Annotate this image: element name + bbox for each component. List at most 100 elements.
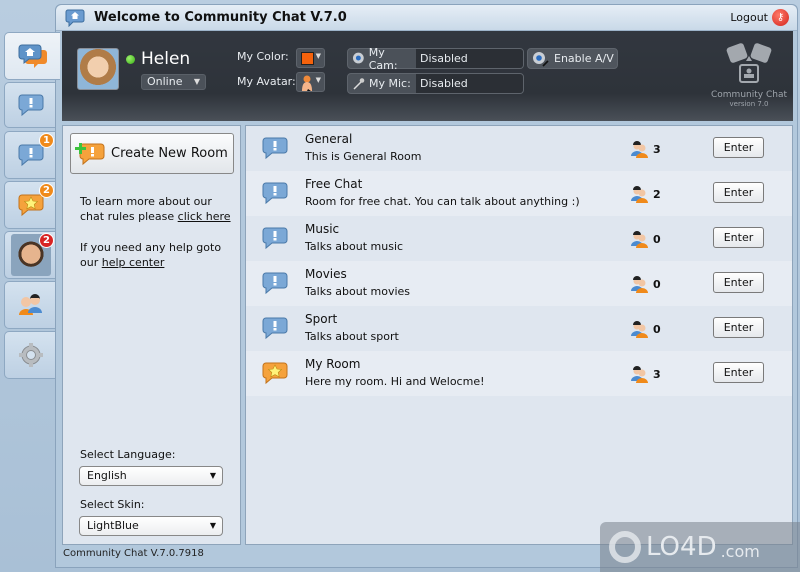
side-tab-rail: 1 2 2 <box>0 0 60 572</box>
chat-bubble-icon <box>18 94 43 117</box>
users-icon <box>631 231 648 248</box>
main-window: Welcome to Community Chat V.7.0 Logout ⚷… <box>55 4 798 568</box>
avatar-picker-button[interactable]: ▼ <box>296 72 325 92</box>
my-cam-field: My Cam: Disabled <box>347 45 524 72</box>
enter-room-button[interactable]: Enter <box>713 182 764 203</box>
chat-rules-text: To learn more about our chat rules pleas… <box>80 194 236 224</box>
room-user-count: 3 <box>631 140 661 158</box>
title-bar: Welcome to Community Chat V.7.0 Logout ⚷ <box>56 5 797 31</box>
enter-room-button[interactable]: Enter <box>713 137 764 158</box>
my-mic-label: My Mic: <box>369 77 411 90</box>
my-cam-label: My Cam: <box>368 45 398 72</box>
color-picker-button[interactable]: ▼ <box>296 48 325 68</box>
skin-label: Select Skin: <box>80 498 145 511</box>
chat-bubble-icon <box>262 182 288 205</box>
tab-rooms[interactable] <box>4 82 56 128</box>
window-title: Welcome to Community Chat V.7.0 <box>94 10 347 25</box>
username: Helen <box>141 49 191 69</box>
help-center-link[interactable]: help center <box>102 256 165 269</box>
chat-bubble-icon <box>262 137 288 160</box>
tab-settings[interactable] <box>4 331 56 379</box>
room-user-count: 0 <box>631 320 661 338</box>
user-header: Helen Online ▼ My Color: ▼ My Avatar: ▼ … <box>62 31 793 121</box>
home-chat-icon <box>65 9 85 27</box>
room-name: Sport <box>305 312 338 326</box>
enter-room-button[interactable]: Enter <box>713 227 764 248</box>
chevron-down-icon: ▼ <box>209 471 216 480</box>
room-name: Movies <box>305 267 347 281</box>
skin-select[interactable]: LightBlue ▼ <box>79 516 223 536</box>
language-select[interactable]: English ▼ <box>79 466 223 486</box>
tab-messages[interactable]: 1 <box>4 131 56 179</box>
tab-favorites[interactable]: 2 <box>4 181 56 229</box>
users-icon <box>631 186 648 203</box>
color-swatch <box>301 52 314 65</box>
gear-icon <box>18 343 43 367</box>
my-color-label: My Color: <box>237 50 289 63</box>
logout-label: Logout <box>730 11 768 24</box>
logout-button[interactable]: Logout ⚷ <box>730 9 789 26</box>
room-row[interactable]: Free Chat Room for free chat. You can tal… <box>246 171 792 216</box>
user-count-value: 2 <box>653 187 661 201</box>
avatar-figure-icon <box>302 75 312 91</box>
room-name: General <box>305 132 353 146</box>
chevron-down-icon: ▼ <box>193 77 200 86</box>
tab-contact[interactable]: 2 <box>4 231 56 279</box>
enable-av-button[interactable]: Enable A/V <box>527 48 618 69</box>
watermark: LO4D .com <box>600 522 800 572</box>
chat-bubble-icon <box>262 227 288 250</box>
room-row[interactable]: Sport Talks about sport 0 Enter <box>246 306 792 351</box>
room-user-count: 3 <box>631 365 661 383</box>
community-chat-logo-icon <box>726 43 772 83</box>
user-count-value: 0 <box>653 277 661 291</box>
users-icon <box>18 294 42 315</box>
room-row[interactable]: Music Talks about music 0 Enter <box>246 216 792 261</box>
room-row[interactable]: Movies Talks about movies 0 Enter <box>246 261 792 306</box>
create-new-room-label: Create New Room <box>111 146 228 161</box>
my-avatar-label: My Avatar: <box>237 75 296 88</box>
key-icon: ⚷ <box>772 9 789 26</box>
user-count-value: 3 <box>653 142 661 156</box>
watermark-text: LO4D <box>646 532 717 562</box>
enter-room-button[interactable]: Enter <box>713 317 764 338</box>
chevron-down-icon: ▼ <box>315 52 321 60</box>
room-user-count: 0 <box>631 275 661 293</box>
room-description: Talks about music <box>305 240 404 253</box>
room-user-count: 2 <box>631 185 661 203</box>
tab-badge: 2 <box>39 183 54 198</box>
logo-version: version 7.0 <box>729 100 769 108</box>
users-icon <box>631 276 648 293</box>
room-description: Here my room. Hi and Welocme! <box>305 375 485 388</box>
chat-bubble-icon <box>262 317 288 340</box>
room-description: Room for free chat. You can talk about a… <box>305 195 580 208</box>
version-footer: Community Chat V.7.0.7918 <box>63 548 204 559</box>
rules-link[interactable]: click here <box>178 210 231 223</box>
online-status-icon <box>126 55 135 64</box>
room-row[interactable]: My Room Here my room. Hi and Welocme! 3 Ent… <box>246 351 792 396</box>
webcam-mic-icon <box>533 51 549 67</box>
user-avatar[interactable] <box>77 48 119 90</box>
chat-bubble-icon <box>262 272 288 295</box>
skin-value: LightBlue <box>87 519 139 532</box>
status-dropdown[interactable]: Online ▼ <box>141 74 206 90</box>
room-user-count: 0 <box>631 230 661 248</box>
users-icon <box>631 141 648 158</box>
status-value: Online <box>147 75 183 88</box>
enter-room-button[interactable]: Enter <box>713 272 764 293</box>
help-text: If you need any help goto our help cente… <box>80 240 236 270</box>
microphone-icon <box>353 78 365 90</box>
tab-badge: 2 <box>39 233 54 248</box>
room-name: Free Chat <box>305 177 363 191</box>
lo4d-logo-icon <box>609 531 641 563</box>
tab-home[interactable] <box>4 32 60 80</box>
create-new-room-button[interactable]: Create New Room <box>70 133 234 174</box>
enter-room-button[interactable]: Enter <box>713 362 764 383</box>
chevron-down-icon: ▼ <box>209 521 216 530</box>
room-description: Talks about sport <box>305 330 399 343</box>
home-chat-icon <box>18 44 47 68</box>
tab-users[interactable] <box>4 281 56 329</box>
add-room-icon <box>75 142 105 165</box>
room-description: Talks about movies <box>305 285 411 298</box>
language-value: English <box>87 469 127 482</box>
room-row[interactable]: General This is General Room 3 Enter <box>246 126 792 171</box>
